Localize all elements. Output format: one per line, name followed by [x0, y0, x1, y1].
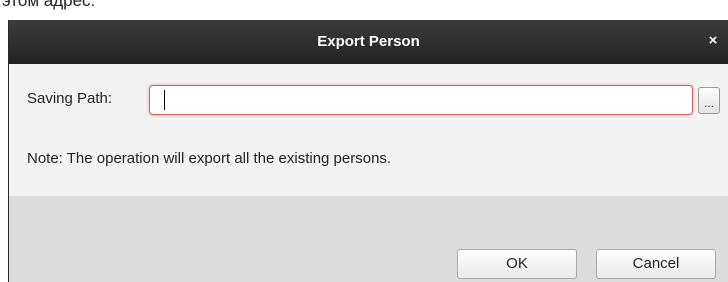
cancel-button[interactable]: Cancel [596, 249, 716, 279]
browse-button[interactable]: ... [698, 87, 720, 114]
dialog-titlebar: Export Person × [9, 20, 728, 64]
ok-button[interactable]: OK [457, 249, 577, 279]
saving-path-input[interactable] [149, 85, 693, 115]
dialog-footer: OK Cancel [9, 196, 728, 282]
page-caption: этом адрес: [2, 0, 96, 10]
close-icon[interactable]: × [704, 32, 722, 50]
export-note: Note: The operation will export all the … [27, 150, 392, 167]
text-caret [164, 90, 165, 110]
dialog-title: Export Person [317, 33, 420, 50]
saving-path-label: Saving Path: [27, 90, 113, 107]
dialog-body: Saving Path: ... Note: The operation wil… [9, 64, 728, 196]
export-person-dialog: Export Person × Saving Path: ... Note: T… [8, 20, 728, 282]
